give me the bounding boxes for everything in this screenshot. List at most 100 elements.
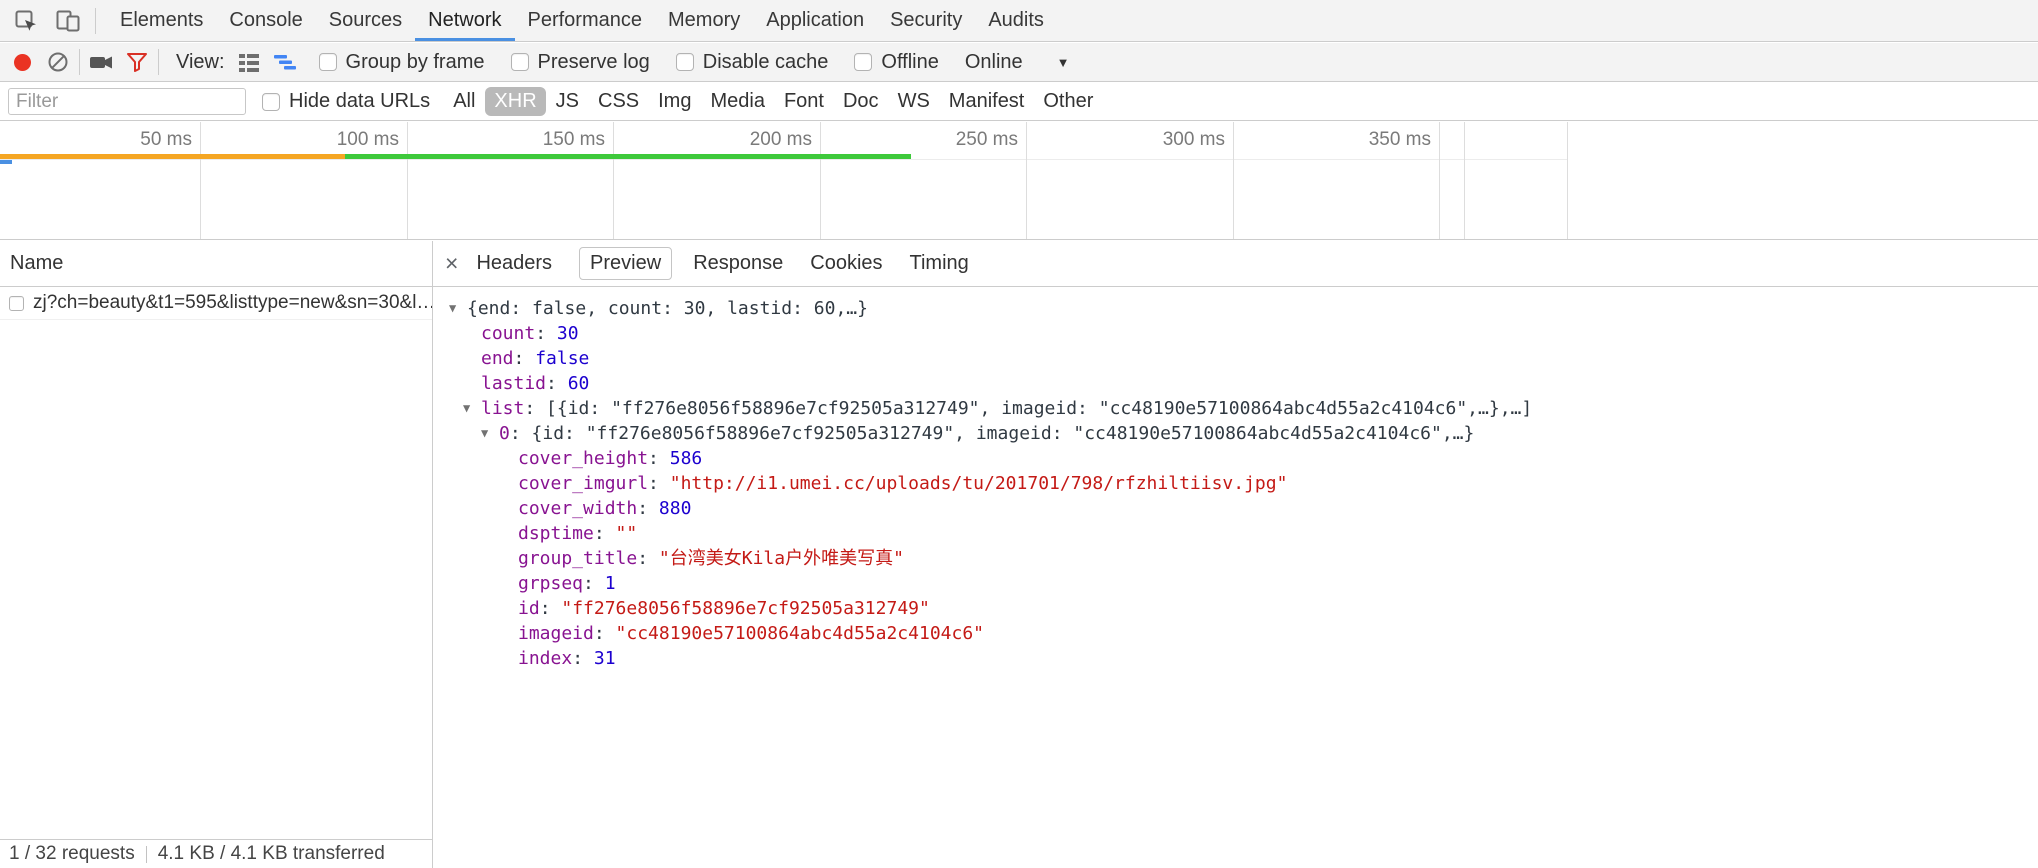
filter-pill-img[interactable]: Img: [649, 87, 700, 116]
request-list: zj?ch=beauty&t1=595&listtype=new&sn=30&l…: [0, 287, 432, 320]
expand-arrow-icon[interactable]: ▼: [481, 421, 499, 446]
overview-toggle-icon[interactable]: [267, 44, 303, 80]
clear-button[interactable]: [40, 44, 76, 80]
filter-pill-css[interactable]: CSS: [589, 87, 648, 116]
tree-line: lastid: 60: [439, 371, 2038, 396]
token: "": [616, 523, 638, 544]
timeline-gridline: [1026, 122, 1027, 239]
tab-memory[interactable]: Memory: [655, 0, 753, 41]
token: lastid: [481, 373, 546, 394]
expand-arrow-icon[interactable]: ▼: [449, 296, 467, 321]
checkbox-preserve-log[interactable]: Preserve log: [511, 51, 650, 74]
chevron-down-icon: ▼: [1057, 55, 1070, 70]
tree-line: group_title: "台湾美女Kila户外唯美写真": [439, 546, 2038, 571]
tab-audits[interactable]: Audits: [975, 0, 1057, 41]
checkbox-label: Disable cache: [703, 51, 829, 74]
filter-pill-font[interactable]: Font: [775, 87, 833, 116]
tree-line: dsptime: "": [439, 521, 2038, 546]
token: count: [481, 323, 535, 344]
request-row[interactable]: zj?ch=beauty&t1=595&listtype=new&sn=30&l…: [0, 287, 432, 320]
timeline-tick-label: 300 ms: [1163, 129, 1233, 151]
name-column-header[interactable]: Name: [0, 241, 432, 287]
token: {end: false, count: 30, lastid: 60,…}: [467, 298, 868, 319]
tab-application[interactable]: Application: [753, 0, 877, 41]
timeline-overview[interactable]: 50 ms100 ms150 ms200 ms250 ms300 ms350 m…: [0, 122, 2038, 240]
timeline-tick-label: 250 ms: [956, 129, 1026, 151]
token: [{id: "ff276e8056f58896e7cf92505a312749"…: [546, 398, 1532, 419]
filter-pill-doc[interactable]: Doc: [834, 87, 888, 116]
detail-tab-preview[interactable]: Preview: [579, 247, 672, 280]
token: end: [481, 348, 514, 369]
token: "cc48190e57100864abc4d55a2c4104c6": [616, 623, 984, 644]
request-name: zj?ch=beauty&t1=595&listtype=new&sn=30&l…: [33, 292, 432, 314]
filter-icon[interactable]: [119, 44, 155, 80]
timeline-gridline: [200, 122, 201, 239]
token: :: [648, 448, 670, 469]
filter-pill-js[interactable]: JS: [547, 87, 588, 116]
token: 30: [557, 323, 579, 344]
detail-panel: × HeadersPreviewResponseCookiesTiming ▼{…: [433, 241, 2038, 868]
network-toolbar: View: Group by framePreserve logDisable …: [0, 43, 2038, 82]
checkbox-box[interactable]: [262, 93, 280, 111]
token: cover_height: [518, 448, 648, 469]
checkbox-label: Offline: [881, 51, 938, 74]
detail-tab-strip: Headers Preview Response Cookies Timing: [476, 247, 995, 280]
token: :: [514, 348, 536, 369]
device-toolbar-icon[interactable]: [50, 3, 86, 39]
token: cover_width: [518, 498, 637, 519]
close-icon[interactable]: ×: [445, 252, 458, 275]
tab-elements[interactable]: Elements: [107, 0, 216, 41]
timeline-gridline: [407, 122, 408, 239]
tab-network[interactable]: Network: [415, 0, 514, 41]
tab-console[interactable]: Console: [216, 0, 315, 41]
tree-line: end: false: [439, 346, 2038, 371]
timeline-tick-label: 150 ms: [543, 129, 613, 151]
filter-pill-xhr[interactable]: XHR: [485, 87, 545, 116]
token: :: [583, 573, 605, 594]
checkbox-disable-cache[interactable]: Disable cache: [676, 51, 829, 74]
filter-input[interactable]: [8, 88, 246, 115]
large-request-rows-icon[interactable]: [231, 44, 267, 80]
detail-tab-cookies[interactable]: Cookies: [810, 247, 882, 280]
token: dsptime: [518, 523, 594, 544]
tab-security[interactable]: Security: [877, 0, 975, 41]
filter-pill-media[interactable]: Media: [701, 87, 773, 116]
inspect-element-icon[interactable]: [8, 3, 44, 39]
checkbox-box[interactable]: [854, 53, 872, 71]
checkbox-box[interactable]: [676, 53, 694, 71]
checkbox-group-by-frame[interactable]: Group by frame: [319, 51, 485, 74]
filter-pill-manifest[interactable]: Manifest: [940, 87, 1034, 116]
token: :: [546, 373, 568, 394]
token: :: [637, 498, 659, 519]
tab-performance[interactable]: Performance: [515, 0, 656, 41]
throttling-dropdown[interactable]: Online ▼: [965, 51, 1070, 74]
detail-tab-headers[interactable]: Headers: [476, 247, 552, 280]
token: grpseq: [518, 573, 583, 594]
tab-sources[interactable]: Sources: [316, 0, 415, 41]
checkbox-hide-data-urls[interactable]: Hide data URLs: [262, 90, 430, 113]
token: :: [510, 423, 532, 444]
transferred-size: 4.1 KB / 4.1 KB transferred: [158, 843, 385, 865]
filter-pill-other[interactable]: Other: [1034, 87, 1102, 116]
network-main: Name zj?ch=beauty&t1=595&listtype=new&sn…: [0, 241, 2038, 868]
tree-line: grpseq: 1: [439, 571, 2038, 596]
timeline-gridline: [1233, 122, 1234, 239]
divider: [95, 8, 96, 34]
record-button[interactable]: [4, 44, 40, 80]
screenshot-capture-icon[interactable]: [83, 44, 119, 80]
timeline-tick-label: 100 ms: [337, 129, 407, 151]
devtools-tab-strip: ElementsConsoleSourcesNetworkPerformance…: [107, 0, 1057, 41]
token: :: [648, 473, 670, 494]
expand-arrow-icon[interactable]: ▼: [463, 396, 481, 421]
token: :: [540, 598, 562, 619]
checkbox-box[interactable]: [511, 53, 529, 71]
checkbox-offline[interactable]: Offline: [854, 51, 938, 74]
token: group_title: [518, 548, 637, 569]
checkbox-box[interactable]: [319, 53, 337, 71]
token: "http://i1.umei.cc/uploads/tu/201701/798…: [670, 473, 1288, 494]
filter-pill-ws[interactable]: WS: [889, 87, 939, 116]
detail-tab-timing[interactable]: Timing: [910, 247, 969, 280]
request-checkbox[interactable]: [9, 296, 24, 311]
filter-pill-all[interactable]: All: [444, 87, 484, 116]
detail-tab-response[interactable]: Response: [693, 247, 783, 280]
